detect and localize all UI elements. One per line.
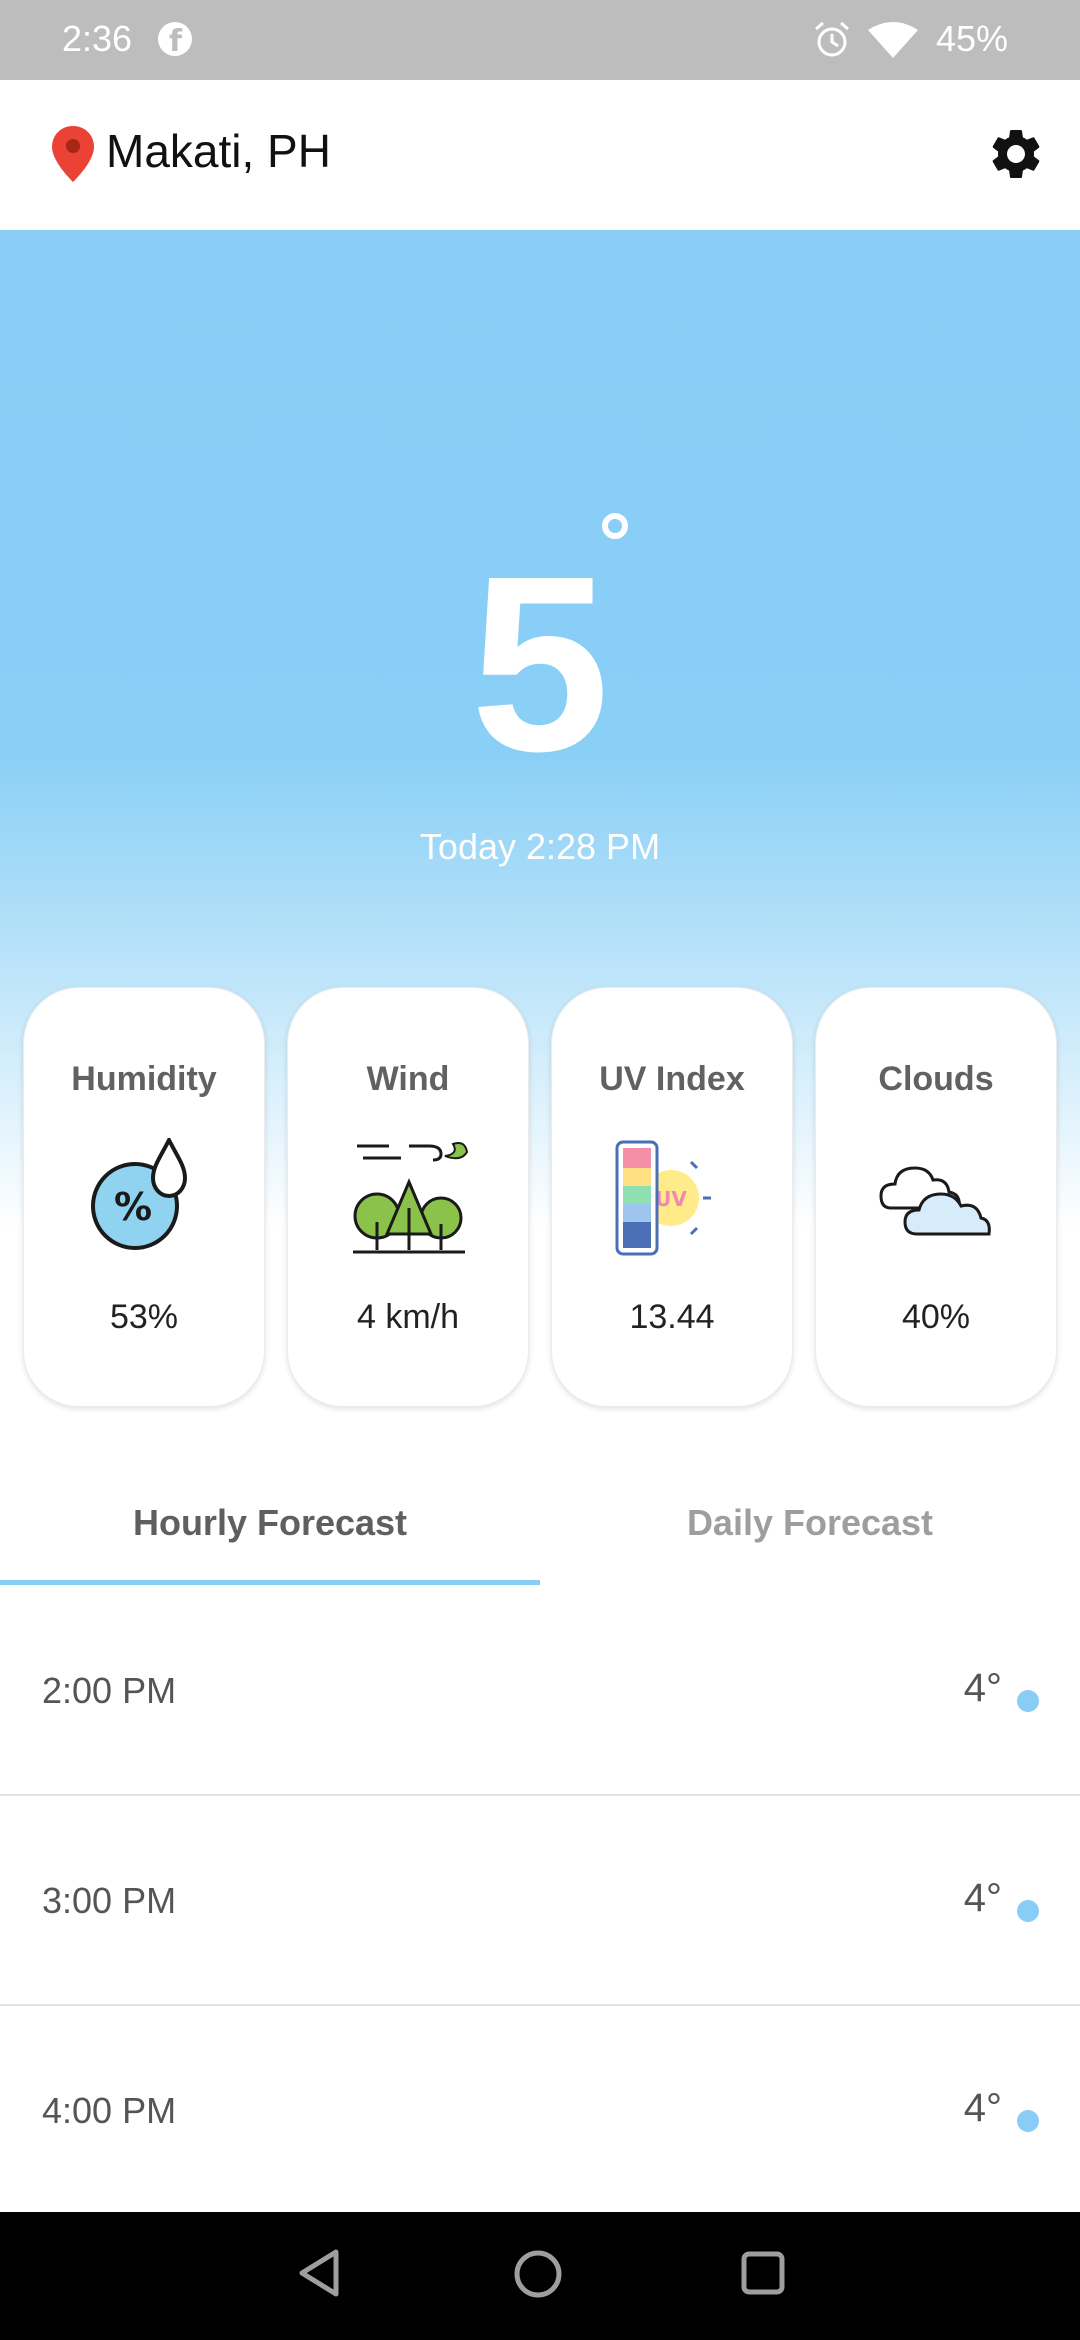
city-skyline <box>0 258 1080 380</box>
forecast-time: 2:00 PM <box>42 1670 177 1711</box>
battery-percent: 45% <box>936 18 1009 59</box>
humidity-title: Humidity <box>71 1060 217 1098</box>
humidity-icon: % <box>91 1138 188 1250</box>
precipitation-dot-icon <box>1017 1900 1039 1922</box>
uv-index-title: UV Index <box>599 1060 745 1098</box>
list-item[interactable]: 4:00 PM 4° <box>0 2006 1080 2216</box>
last-updated-time: Today 2:28 PM <box>419 826 661 867</box>
list-item[interactable]: 2:00 PM 4° <box>0 1586 1080 1796</box>
facebook-glyph: f <box>169 24 183 59</box>
precipitation-dot-icon <box>1017 2110 1039 2132</box>
weather-metrics: Humidity % 53% Wind 4 km/h UV Index UV 1… <box>0 987 1080 1407</box>
home-icon[interactable] <box>512 2248 564 2300</box>
clouds-value: 40% <box>901 1298 971 1336</box>
forecast-tabs: Hourly Forecast Daily Forecast <box>0 1460 1080 1586</box>
uv-index-icon: UV <box>615 1140 711 1256</box>
forecast-time: 3:00 PM <box>42 1880 177 1921</box>
humidity-card: Humidity % 53% <box>23 987 265 1407</box>
system-navigation-bar <box>0 2212 1080 2340</box>
back-icon[interactable] <box>296 2248 340 2298</box>
wind-value: 4 km/h <box>356 1298 460 1336</box>
location-pin-icon <box>52 126 94 182</box>
location-name[interactable]: Makati, PH <box>106 124 331 178</box>
wind-icon <box>353 1142 469 1254</box>
svg-text:UV: UV <box>655 1187 687 1211</box>
app-header: Makati, PH <box>0 80 1080 230</box>
facebook-icon: f <box>158 22 192 59</box>
current-temperature: 5 <box>470 524 610 803</box>
forecast-temperature: 4° <box>963 1666 1002 1710</box>
wind-card: Wind 4 km/h <box>287 987 529 1407</box>
recents-icon[interactable] <box>740 2250 786 2296</box>
clouds-card: Clouds 40% <box>815 987 1057 1407</box>
precipitation-dot-icon <box>1017 1690 1039 1712</box>
humidity-value: 53% <box>109 1298 179 1336</box>
status-bar: 2:36 f 45% <box>0 0 1080 80</box>
clouds-icon <box>879 1166 991 1236</box>
forecast-temperature: 4° <box>963 1876 1002 1920</box>
wind-title: Wind <box>366 1060 450 1098</box>
hourly-forecast-list: 2:00 PM 4° 3:00 PM 4° 4:00 PM 4° <box>0 1586 1080 2216</box>
clouds-title: Clouds <box>878 1060 994 1098</box>
degree-symbol <box>602 513 628 539</box>
alarm-icon <box>815 21 849 57</box>
tab-daily-forecast[interactable]: Daily Forecast <box>540 1460 1080 1586</box>
uv-index-card: UV Index UV 13.44 <box>551 987 793 1407</box>
tab-hourly-forecast[interactable]: Hourly Forecast <box>0 1460 540 1586</box>
wifi-icon <box>868 22 918 58</box>
tab-indicator <box>0 1580 540 1585</box>
gear-icon[interactable] <box>986 124 1046 184</box>
list-item[interactable]: 3:00 PM 4° <box>0 1796 1080 2006</box>
uv-index-value: 13.44 <box>629 1298 715 1336</box>
status-time: 2:36 <box>62 18 133 59</box>
svg-text:%: % <box>114 1185 152 1229</box>
forecast-temperature: 4° <box>963 2086 1002 2130</box>
forecast-time: 4:00 PM <box>42 2090 177 2131</box>
